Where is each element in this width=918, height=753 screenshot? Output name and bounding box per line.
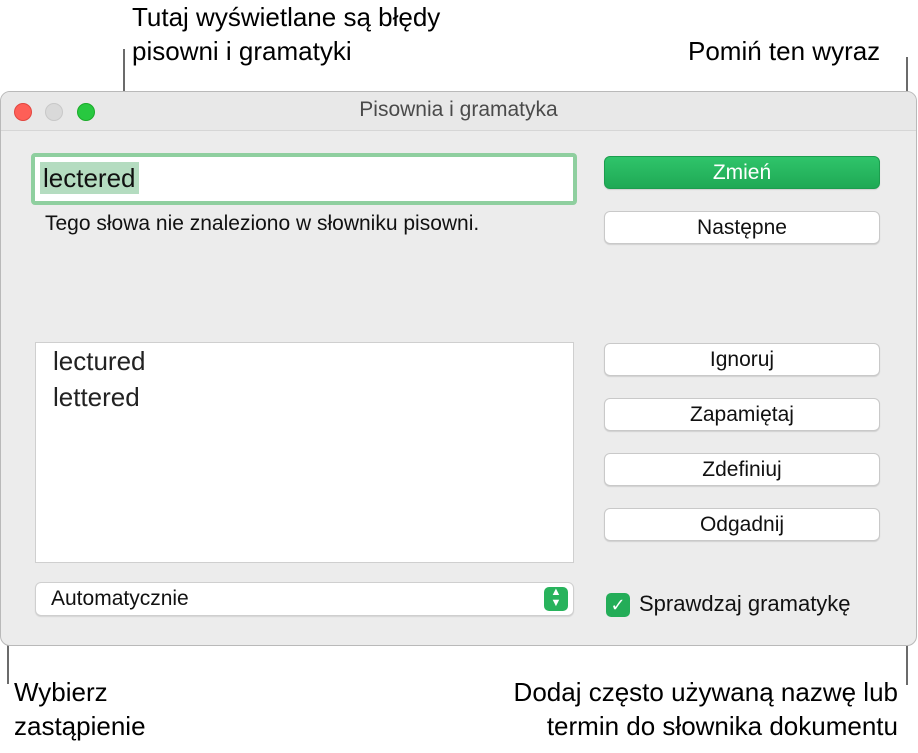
spelling-grammar-window: Pisownia i gramatyka lectered Tego słowa… bbox=[0, 91, 917, 646]
misspelled-word-text: lectered bbox=[40, 162, 139, 194]
suggestions-list[interactable]: lectured lettered bbox=[35, 342, 574, 563]
list-item[interactable]: lettered bbox=[53, 381, 140, 413]
check-grammar-checkbox[interactable]: ✓ bbox=[606, 593, 630, 617]
change-button[interactable]: Zmień bbox=[604, 156, 880, 189]
callout-learn-line2: termin do słownika dokumentu bbox=[546, 711, 898, 741]
up-down-chevron-icon: ▲ ▼ bbox=[544, 587, 568, 611]
window-title: Pisownia i gramatyka bbox=[359, 98, 558, 121]
language-select-value: Automatycznie bbox=[51, 587, 189, 610]
learn-button[interactable]: Zapamiętaj bbox=[604, 398, 880, 431]
ignore-button[interactable]: Ignoruj bbox=[604, 343, 880, 376]
callout-choose-line2: zastąpienie bbox=[14, 711, 146, 741]
next-button[interactable]: Następne bbox=[604, 211, 880, 244]
title-bar: Pisownia i gramatyka bbox=[1, 92, 916, 131]
define-button[interactable]: Zdefiniuj bbox=[604, 453, 880, 486]
check-grammar-label[interactable]: Sprawdzaj gramatykę bbox=[639, 588, 851, 620]
callout-learn: Dodaj często używaną nazwę lub termin do… bbox=[514, 675, 898, 743]
callout-learn-line1: Dodaj często używaną nazwę lub bbox=[513, 677, 898, 707]
callout-ignore: Pomiń ten wyraz bbox=[688, 36, 881, 66]
checkmark-icon: ✓ bbox=[610, 595, 626, 615]
callout-errors-line2: pisowni i gramatyki bbox=[132, 36, 352, 66]
language-select[interactable]: Automatycznie ▲ ▼ bbox=[35, 582, 574, 616]
list-item[interactable]: lectured bbox=[53, 345, 146, 377]
callout-choose: Wybierz zastąpienie bbox=[14, 675, 146, 743]
callout-choose-line1: Wybierz bbox=[14, 677, 108, 707]
callout-errors: Tutaj wyświetlane są błędy pisowni i gra… bbox=[132, 0, 440, 68]
callout-errors-line1: Tutaj wyświetlane są błędy bbox=[132, 2, 441, 32]
guess-button[interactable]: Odgadnij bbox=[604, 508, 880, 541]
status-message: Tego słowa nie znaleziono w słowniku pis… bbox=[45, 212, 480, 235]
misspelled-word-field[interactable]: lectered bbox=[31, 153, 577, 205]
